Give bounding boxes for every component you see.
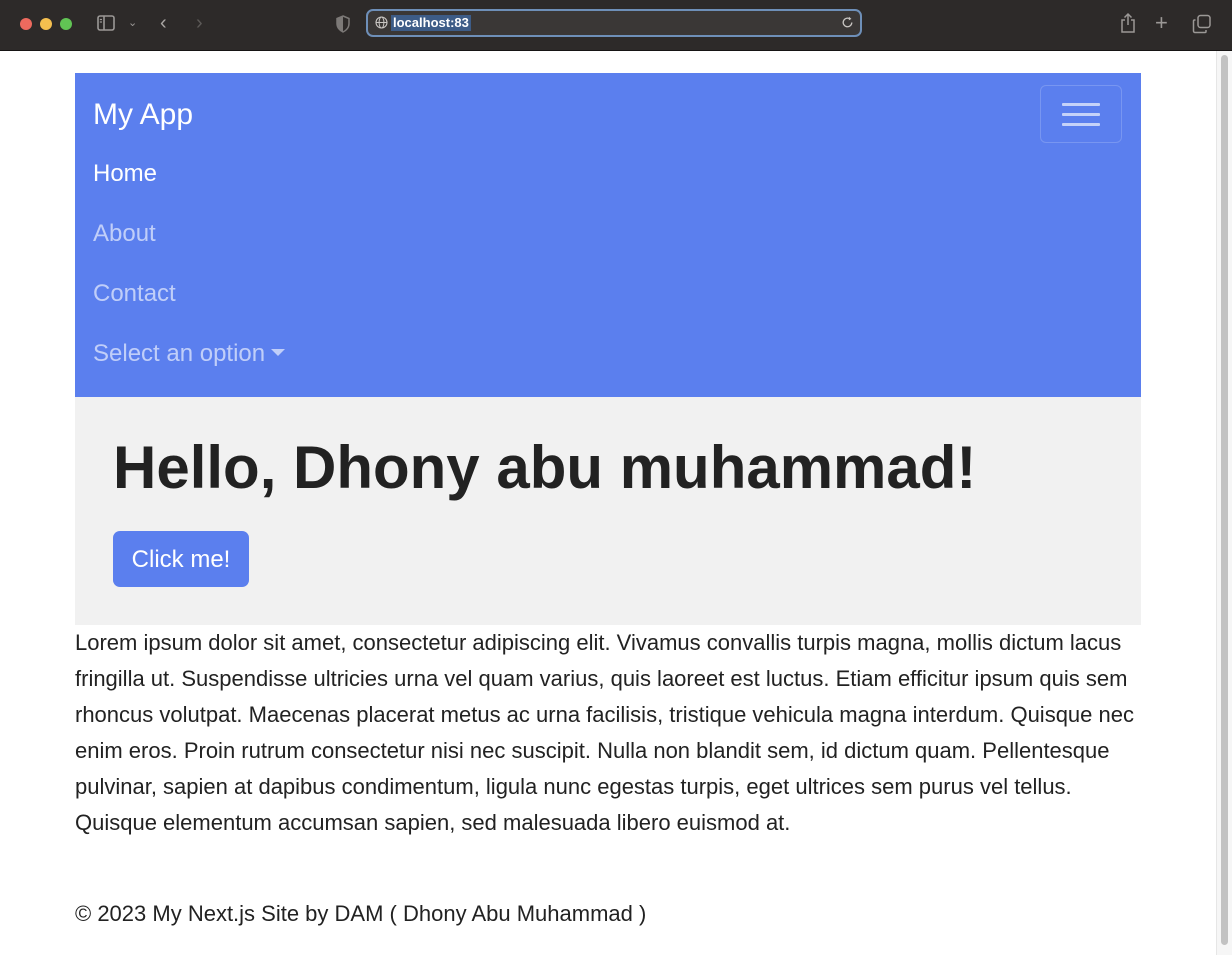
- nav-link-contact[interactable]: Contact: [93, 280, 176, 308]
- globe-icon: [375, 16, 388, 29]
- new-tab-icon[interactable]: +: [1155, 10, 1168, 36]
- content-paragraph: Lorem ipsum dolor sit amet, consectetur …: [75, 630, 1134, 835]
- nav-link-home[interactable]: Home: [93, 160, 157, 188]
- sidebar-toggle-icon[interactable]: [97, 15, 115, 31]
- page-viewport: My App Home About Contact Select an opti…: [0, 51, 1216, 955]
- click-me-button[interactable]: Click me!: [113, 531, 249, 587]
- forward-arrow-icon[interactable]: ›: [196, 12, 203, 35]
- hero-section: Hello, Dhony abu muhammad! Click me!: [75, 397, 1141, 625]
- hamburger-icon: [1062, 123, 1100, 126]
- navbar-toggler-button[interactable]: [1040, 85, 1122, 143]
- navbar: My App Home About Contact Select an opti…: [75, 73, 1141, 397]
- scrollbar-thumb[interactable]: [1221, 55, 1228, 945]
- share-icon[interactable]: [1119, 12, 1137, 34]
- chevron-down-icon[interactable]: ⌄: [128, 16, 137, 29]
- hamburger-icon: [1062, 103, 1100, 106]
- browser-toolbar: ⌄ ‹ › localhost:83 +: [0, 0, 1232, 51]
- caret-down-icon: [271, 349, 286, 356]
- nav-dropdown-select[interactable]: Select an option: [93, 340, 286, 368]
- minimize-window-button[interactable]: [40, 18, 52, 30]
- tab-overview-icon[interactable]: [1192, 14, 1212, 34]
- url-text[interactable]: localhost:83: [391, 15, 471, 31]
- hamburger-icon: [1062, 113, 1100, 116]
- back-arrow-icon[interactable]: ‹: [160, 12, 167, 35]
- reload-icon[interactable]: [841, 16, 854, 29]
- zoom-window-button[interactable]: [60, 18, 72, 30]
- hero-heading: Hello, Dhony abu muhammad!: [113, 434, 977, 501]
- footer-text: © 2023 My Next.js Site by DAM ( Dhony Ab…: [75, 901, 647, 926]
- nav-link-about[interactable]: About: [93, 220, 156, 248]
- close-window-button[interactable]: [20, 18, 32, 30]
- address-bar[interactable]: localhost:83: [366, 9, 862, 37]
- privacy-shield-icon[interactable]: [336, 15, 350, 33]
- navbar-brand[interactable]: My App: [93, 98, 193, 132]
- dropdown-label: Select an option: [93, 340, 266, 367]
- page-scrollbar[interactable]: [1216, 51, 1232, 955]
